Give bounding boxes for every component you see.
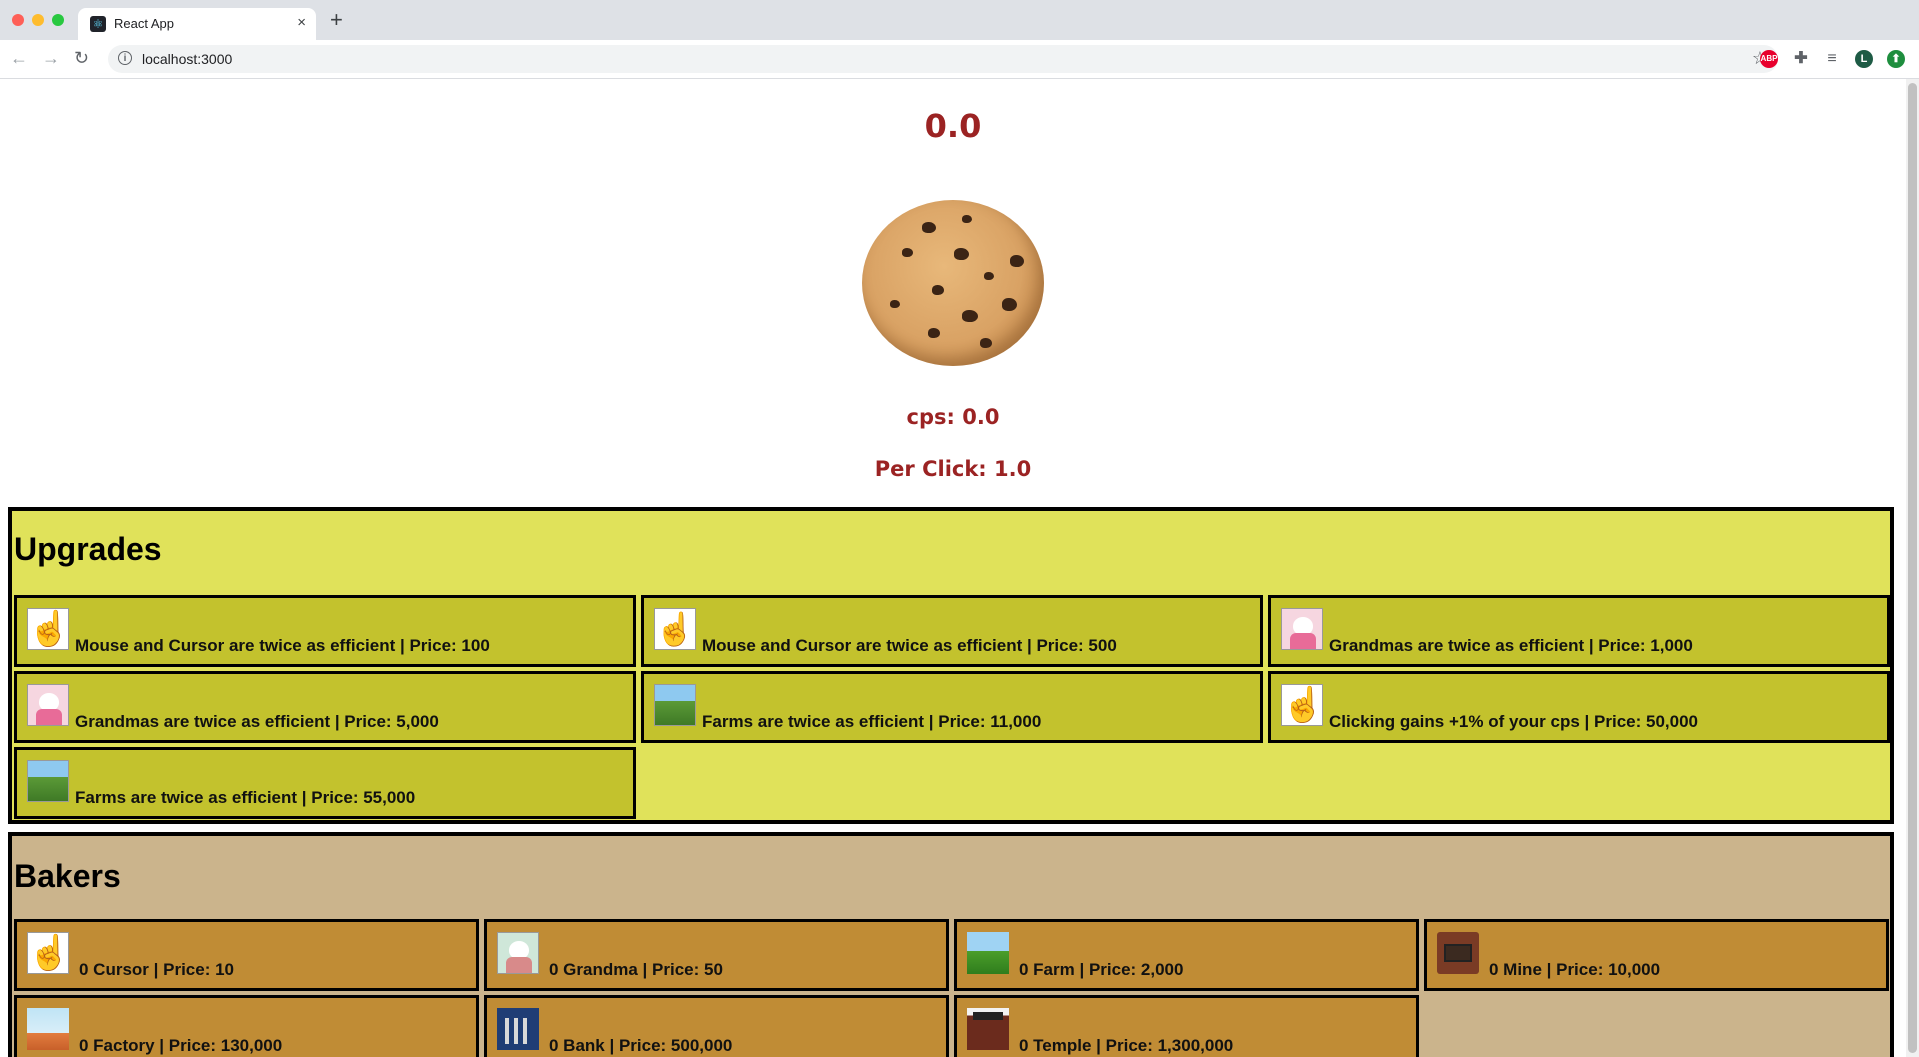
chocolate-chip [954, 248, 969, 260]
baker-label: 0 Bank | Price: 500,000 [549, 1036, 733, 1055]
baker-card[interactable]: 0 Bank | Price: 500,000 [484, 995, 949, 1057]
chocolate-chip [980, 338, 992, 348]
bakers-title: Bakers [14, 858, 121, 894]
chocolate-chip [984, 272, 994, 280]
chocolate-chip [902, 248, 913, 257]
upgrade-label: Farms are twice as efficient | Price: 11… [702, 712, 1042, 731]
upgrades-title: Upgrades [14, 531, 162, 567]
chocolate-chip [922, 222, 936, 233]
reload-icon[interactable]: ↻ [74, 48, 89, 69]
cursor-icon: ☝ [1281, 684, 1325, 726]
upgrade-label: Farms are twice as efficient | Price: 55… [75, 788, 416, 807]
browser-toolbar: ← → ↻ i localhost:3000 ☆ ABP ✚ ≡ L ⬆ [0, 40, 1919, 79]
page-viewport: 0.0 cps: 0.0 Per Click: 1.0 Upgrades ☝ M… [0, 79, 1906, 1057]
new-tab-button[interactable]: + [330, 9, 343, 31]
upgrade-card[interactable]: ☝ Clicking gains +1% of your cps | Price… [1268, 671, 1890, 743]
chocolate-chip [1010, 255, 1024, 267]
profile-avatar[interactable]: L [1855, 50, 1873, 68]
react-favicon-icon: ⚛ [90, 16, 106, 32]
upgrade-label: Grandmas are twice as efficient | Price:… [75, 712, 439, 731]
update-icon[interactable]: ⬆ [1887, 50, 1905, 68]
vertical-scrollbar[interactable] [1906, 79, 1919, 1057]
baker-card[interactable]: 0 Mine | Price: 10,000 [1424, 919, 1889, 991]
address-bar[interactable]: i localhost:3000 ☆ [108, 45, 1778, 73]
site-info-icon[interactable]: i [118, 51, 132, 65]
adblock-extension-icon[interactable]: ABP [1760, 50, 1778, 68]
cursor-icon: ☝ [27, 932, 71, 974]
baker-label: 0 Factory | Price: 130,000 [79, 1036, 283, 1055]
baker-label: 0 Mine | Price: 10,000 [1489, 960, 1661, 979]
grandma-icon [27, 684, 69, 726]
baker-card[interactable]: 0 Farm | Price: 2,000 [954, 919, 1419, 991]
upgrade-card[interactable]: Farms are twice as efficient | Price: 55… [14, 747, 636, 819]
chocolate-chip [932, 285, 944, 295]
upgrade-card[interactable]: Farms are twice as efficient | Price: 11… [641, 671, 1263, 743]
upgrade-label: Mouse and Cursor are twice as efficient … [75, 636, 490, 655]
chocolate-chip [962, 310, 978, 322]
bank-icon [497, 1008, 539, 1050]
tab-title: React App [114, 16, 174, 31]
upgrade-label: Grandmas are twice as efficient | Price:… [1329, 636, 1693, 655]
maximize-window-button[interactable] [52, 14, 64, 26]
temple-icon [967, 1008, 1009, 1050]
baker-card[interactable]: 0 Grandma | Price: 50 [484, 919, 949, 991]
upgrade-card[interactable]: ☝ Mouse and Cursor are twice as efficien… [14, 595, 636, 667]
cookie-button[interactable] [862, 200, 1044, 366]
upgrade-card[interactable]: Grandmas are twice as efficient | Price:… [1268, 595, 1890, 667]
cps-display: cps: 0.0 [906, 405, 1000, 429]
upgrades-panel: Upgrades ☝ Mouse and Cursor are twice as… [8, 507, 1894, 824]
farm-icon [27, 760, 69, 802]
baker-card[interactable]: 0 Factory | Price: 130,000 [14, 995, 479, 1057]
baker-card[interactable]: ☝ 0 Cursor | Price: 10 [14, 919, 479, 991]
chocolate-chip [962, 215, 972, 223]
upgrade-label: Mouse and Cursor are twice as efficient … [702, 636, 1117, 655]
browser-tab-strip: ⚛ React App × + [0, 0, 1919, 40]
grandma-icon [497, 932, 539, 974]
baker-card[interactable]: 0 Temple | Price: 1,300,000 [954, 995, 1419, 1057]
chocolate-chip [928, 328, 940, 338]
minimize-window-button[interactable] [32, 14, 44, 26]
farm-icon [654, 684, 696, 726]
url-text[interactable]: localhost:3000 [142, 51, 232, 67]
bakers-panel: Bakers ☝ 0 Cursor | Price: 10 0 Grandma … [8, 832, 1894, 1057]
media-control-icon[interactable]: ≡ [1823, 50, 1841, 68]
baker-label: 0 Farm | Price: 2,000 [1019, 960, 1184, 979]
tab-close-icon[interactable]: × [297, 14, 306, 31]
mine-icon [1437, 932, 1479, 974]
baker-label: 0 Cursor | Price: 10 [79, 960, 234, 979]
red-cursor-icon: ☝ [654, 608, 696, 650]
upgrade-card[interactable]: ☝ Mouse and Cursor are twice as efficien… [641, 595, 1263, 667]
chocolate-chip [890, 300, 900, 308]
scrollbar-thumb[interactable] [1908, 83, 1917, 1053]
browser-tab[interactable]: ⚛ React App × [78, 8, 316, 40]
back-arrow-icon[interactable]: ← [10, 48, 28, 69]
extensions-puzzle-icon[interactable]: ✚ [1792, 50, 1810, 68]
factory-icon [27, 1008, 69, 1050]
close-window-button[interactable] [12, 14, 24, 26]
forward-arrow-icon[interactable]: → [42, 48, 60, 69]
farm-icon [967, 932, 1009, 974]
cookie-count: 0.0 [924, 107, 982, 145]
grandma-icon [1281, 608, 1323, 650]
baker-label: 0 Temple | Price: 1,300,000 [1019, 1036, 1234, 1055]
cursor-icon: ☝ [27, 608, 71, 650]
upgrade-card[interactable]: Grandmas are twice as efficient | Price:… [14, 671, 636, 743]
per-click-display: Per Click: 1.0 [874, 457, 1032, 481]
chocolate-chip [1002, 298, 1017, 311]
upgrade-label: Clicking gains +1% of your cps | Price: … [1329, 712, 1698, 731]
baker-label: 0 Grandma | Price: 50 [549, 960, 723, 979]
